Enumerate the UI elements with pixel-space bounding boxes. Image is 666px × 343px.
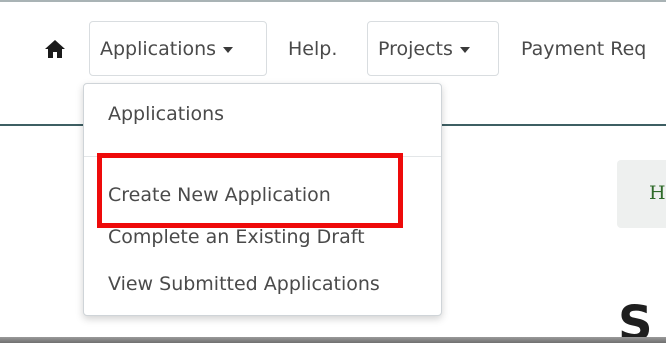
bottom-edge: [0, 337, 666, 343]
home-icon[interactable]: [44, 39, 66, 59]
top-border: [0, 0, 666, 2]
applications-menu-label: Applications: [100, 37, 217, 60]
applications-menu-button[interactable]: Applications: [89, 21, 267, 76]
dropdown-item-view-submitted-applications[interactable]: View Submitted Applications: [108, 273, 380, 295]
dropdown-item-complete-existing-draft[interactable]: Complete an Existing Draft: [108, 226, 365, 248]
help-link[interactable]: Help.: [288, 21, 348, 76]
chevron-down-icon: [223, 46, 234, 53]
projects-menu-label: Projects: [378, 37, 453, 60]
chevron-down-icon: [459, 46, 470, 53]
dropdown-divider: [84, 156, 441, 157]
help-label: Help.: [288, 37, 338, 60]
side-card-text: H: [649, 182, 666, 204]
payment-requests-link[interactable]: Payment Req: [521, 21, 666, 76]
side-card: H: [617, 160, 666, 228]
payment-requests-label: Payment Req: [521, 37, 647, 60]
dropdown-item-create-new-application[interactable]: Create New Application: [108, 184, 331, 206]
applications-dropdown: Applications Create New Application Comp…: [83, 83, 442, 316]
dropdown-item-applications[interactable]: Applications: [108, 103, 224, 125]
projects-menu-button[interactable]: Projects: [367, 21, 499, 76]
